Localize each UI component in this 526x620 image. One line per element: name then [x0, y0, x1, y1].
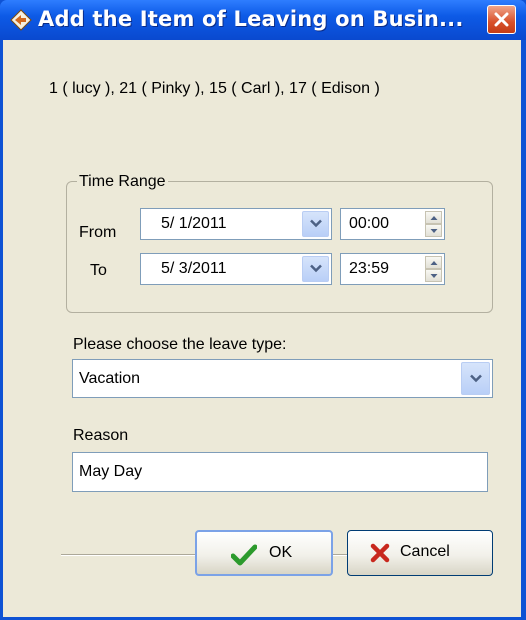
- app-arrow-icon: [10, 9, 32, 31]
- from-date-picker[interactable]: 5/ 1/2011: [140, 208, 332, 240]
- to-date-dropdown-button[interactable]: [302, 256, 329, 282]
- reason-label: Reason: [73, 427, 129, 444]
- from-time-down-button[interactable]: [425, 224, 442, 237]
- arrow-down-icon: [430, 273, 437, 278]
- dialog-body: 1 ( lucy ), 21 ( Pinky ), 15 ( Carl ), 1…: [3, 40, 521, 617]
- dialog-window: Add the Item of Leaving on Busin... 1 ( …: [0, 0, 526, 620]
- cancel-button[interactable]: Cancel: [347, 530, 493, 576]
- from-date-value: 5/ 1/2011: [161, 215, 227, 232]
- time-range-group: [66, 181, 493, 313]
- to-label: To: [90, 262, 107, 279]
- window-title: Add the Item of Leaving on Busin...: [38, 7, 464, 31]
- to-time-spinner: [425, 256, 442, 282]
- x-icon: [370, 543, 390, 568]
- arrow-up-icon: [430, 260, 437, 265]
- leave-type-select[interactable]: Vacation: [72, 359, 493, 398]
- leave-type-label: Please choose the leave type:: [73, 336, 287, 353]
- chevron-down-icon: [469, 374, 482, 382]
- selected-users-text: 1 ( lucy ), 21 ( Pinky ), 15 ( Carl ), 1…: [49, 80, 380, 97]
- leave-type-value: Vacation: [79, 369, 141, 387]
- title-bar[interactable]: Add the Item of Leaving on Busin...: [0, 0, 526, 40]
- from-time-value: 00:00: [349, 215, 390, 232]
- from-date-dropdown-button[interactable]: [302, 211, 329, 237]
- to-time-up-button[interactable]: [425, 256, 442, 269]
- close-button[interactable]: [487, 5, 516, 34]
- to-time-down-button[interactable]: [425, 269, 442, 282]
- reason-value: May Day: [79, 463, 143, 480]
- from-time-up-button[interactable]: [425, 211, 442, 224]
- to-date-picker[interactable]: 5/ 3/2011: [140, 253, 332, 285]
- chevron-down-icon: [309, 264, 322, 273]
- check-icon: [230, 544, 258, 571]
- time-range-title: Time Range: [77, 173, 168, 191]
- to-time-value: 23:59: [349, 260, 390, 277]
- chevron-down-icon: [309, 219, 322, 228]
- reason-input[interactable]: May Day: [72, 452, 488, 492]
- arrow-down-icon: [430, 228, 437, 233]
- from-time-spinner: [425, 211, 442, 237]
- cancel-button-label: Cancel: [400, 543, 450, 560]
- ok-button[interactable]: OK: [195, 530, 333, 576]
- ok-button-label: OK: [269, 544, 293, 561]
- arrow-up-icon: [430, 215, 437, 220]
- leave-type-dropdown-button[interactable]: [461, 362, 490, 395]
- close-icon: [494, 12, 509, 27]
- to-date-value: 5/ 3/2011: [161, 260, 227, 277]
- from-time-field[interactable]: 00:00: [340, 208, 445, 240]
- to-time-field[interactable]: 23:59: [340, 253, 445, 285]
- from-label: From: [79, 224, 117, 241]
